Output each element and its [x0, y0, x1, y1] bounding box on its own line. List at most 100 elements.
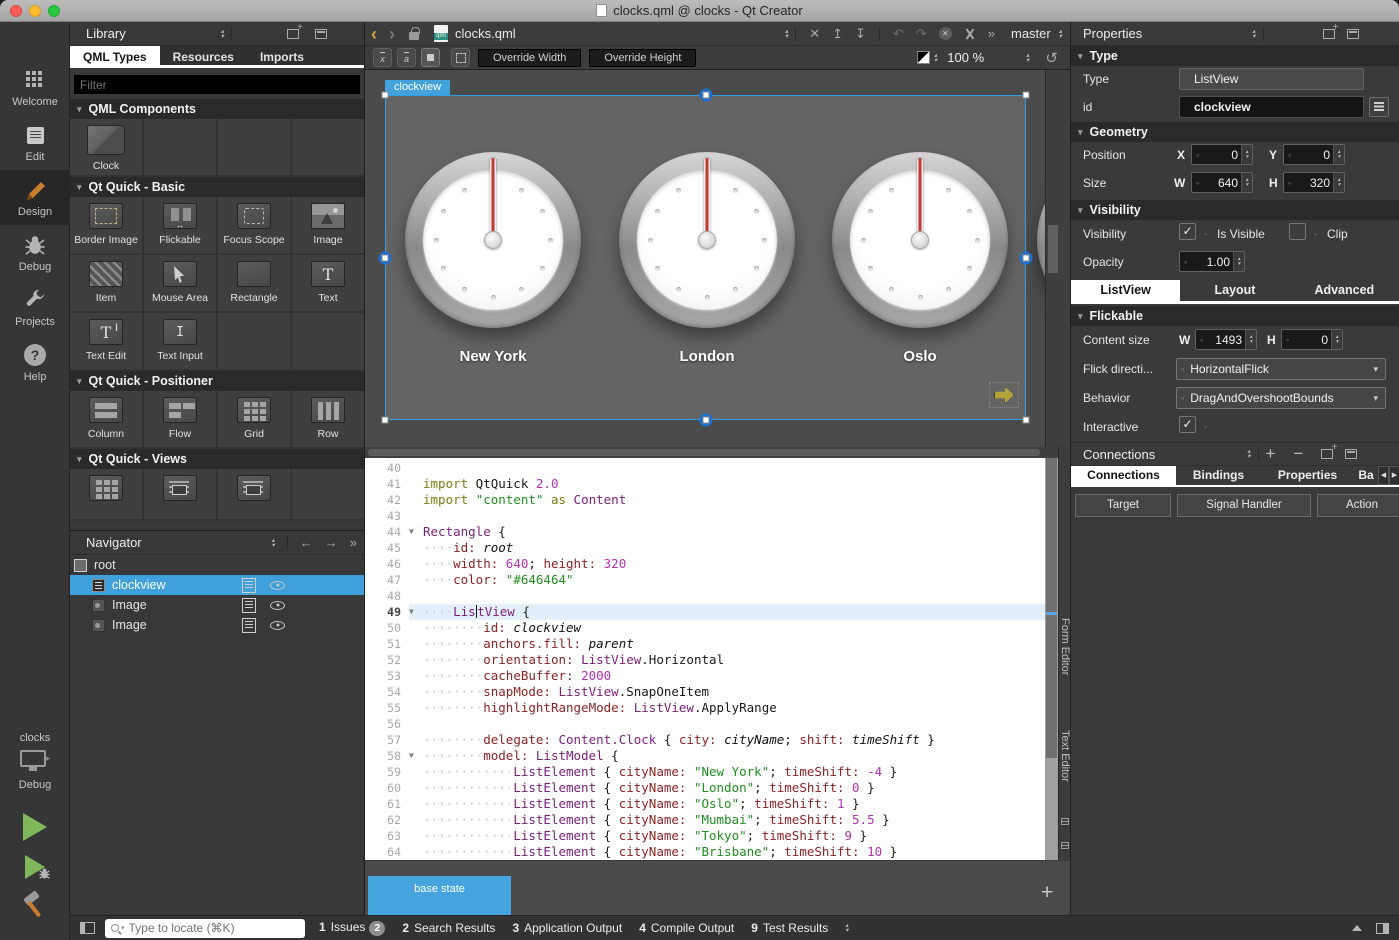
tab-qml-types[interactable]: QML Types [70, 46, 160, 65]
code-line-54[interactable]: 54 ········snapMode: ListView.SnapOneItem [365, 684, 1045, 700]
library-item-path-view-icon[interactable] [218, 469, 290, 519]
output-pane-test-results[interactable]: 9 Test Results [751, 921, 828, 935]
code-line-46[interactable]: 46 ····width: 640; height: 320 [365, 556, 1045, 572]
w-spinbox[interactable]: ◦ 640 ▴ ▾ [1191, 172, 1253, 193]
code-line-48[interactable]: 48 [365, 588, 1045, 604]
mode-item-edit[interactable]: Edit [0, 115, 70, 170]
x-spinbox[interactable]: ◦ 0 ▴ ▾ [1191, 144, 1253, 165]
collapse-pane-icon[interactable] [1345, 449, 1358, 459]
base-state-tab[interactable]: base state [368, 876, 511, 916]
forward-icon[interactable]: › [383, 24, 401, 44]
canvas-color-selector-icon[interactable]: ▴ ▾ [934, 52, 937, 64]
tab-resources[interactable]: Resources [160, 46, 247, 65]
library-item-text-edit[interactable]: Text Edit [70, 313, 142, 369]
library-item-column[interactable]: Column [70, 391, 142, 447]
selection-rect[interactable] [385, 95, 1026, 420]
library-item-image[interactable]: Image [292, 197, 364, 253]
zoom-window-button[interactable] [48, 5, 60, 17]
code-line-63[interactable]: 63 ············ListElement { cityName: "T… [365, 828, 1045, 844]
canvas-vertical-scrollbar[interactable] [1045, 70, 1070, 447]
output-pane-compile-output[interactable]: 4 Compile Output [639, 921, 734, 935]
interactive-checkbox[interactable]: ✓ [1179, 416, 1196, 433]
resize-handle[interactable] [381, 254, 389, 261]
section-header[interactable]: ▾ Qt Quick - Basic [70, 177, 364, 197]
minimize-window-button[interactable] [29, 5, 41, 17]
library-item-grid[interactable]: Grid [218, 391, 290, 447]
code-line-43[interactable]: 43 [365, 508, 1045, 524]
remove-connection-icon[interactable]: − [1293, 444, 1303, 464]
section-header[interactable]: ▾ Qt Quick - Positioner [70, 371, 364, 391]
code-line-61[interactable]: 61 ············ListElement { cityName: "O… [365, 796, 1045, 812]
item-options-button[interactable] [242, 617, 256, 633]
add-pane-icon[interactable] [287, 22, 303, 39]
code-line-53[interactable]: 53 ········cacheBuffer: 2000 [365, 668, 1045, 684]
locator[interactable]: ▾ [105, 918, 305, 938]
visibility-eye-icon[interactable] [270, 620, 285, 630]
back-icon[interactable]: ‹ [365, 24, 383, 44]
tab-advanced[interactable]: Advanced [1290, 280, 1399, 301]
visibility-eye-icon[interactable] [270, 580, 285, 590]
output-pane-selector-icon[interactable]: ▴ ▾ [845, 922, 848, 934]
resize-handle[interactable] [1022, 416, 1030, 424]
git-branch[interactable]: master [1011, 26, 1051, 41]
y-spinbox[interactable]: ◦ 0 ▴ ▾ [1283, 144, 1345, 165]
cut-icon[interactable] [964, 28, 976, 40]
maximize-output-icon[interactable] [1352, 925, 1362, 931]
output-pane-issues[interactable]: 1 Issues 2 [319, 920, 386, 936]
h-spinbox[interactable]: ◦ 320 ▴ ▾ [1283, 172, 1345, 193]
content-w-spinbox[interactable]: ◦ 1493 ▴ ▾ [1195, 329, 1257, 350]
stop-icon[interactable]: ✕ [938, 27, 952, 40]
library-item-mouse-area[interactable]: Mouse Area [144, 255, 216, 311]
library-item-clock[interactable]: Clock [70, 119, 142, 175]
navigator-item-clockview[interactable]: clockview [70, 575, 364, 595]
mode-item-help[interactable]: ? Help [0, 335, 70, 390]
tab-scroll-right-icon[interactable]: ▶ [1389, 466, 1399, 485]
anchor-fill-icon[interactable] [421, 48, 440, 67]
override-height-button[interactable]: Override Height [589, 48, 697, 67]
navigator-item-image[interactable]: Image [70, 615, 364, 635]
output-pane-search-results[interactable]: 2 Search Results [402, 921, 495, 935]
anchor-baseline-icon[interactable]: a [397, 48, 416, 67]
lock-icon[interactable] [409, 26, 420, 40]
collapse-icon[interactable]: ▾ [77, 376, 82, 387]
close-window-button[interactable] [10, 5, 22, 17]
reset-view-icon[interactable]: ↺ [1039, 49, 1070, 67]
section-header[interactable]: ▾ QML Components [70, 99, 364, 119]
canvas-color-icon[interactable] [917, 51, 931, 64]
library-item-flickable[interactable]: Flickable [144, 197, 216, 253]
behavior-combo[interactable]: ◦ DragAndOvershootBounds ▾ [1176, 387, 1386, 409]
fold-marker-icon[interactable]: ▼ [409, 524, 423, 540]
move-down-icon[interactable]: » [350, 535, 357, 550]
panel-selector-icon[interactable]: ▴ ▾ [1247, 448, 1250, 460]
selection-mode-icon[interactable] [451, 48, 470, 67]
kit-selector[interactable]: clocks ▸ Debug [0, 732, 70, 924]
code-line-57[interactable]: 57 ········delegate: Content.Clock { city… [365, 732, 1045, 748]
library-item-list-view-icon[interactable] [144, 469, 216, 519]
tab-ba[interactable]: Ba [1354, 466, 1378, 485]
add-connection-icon[interactable]: + [1266, 444, 1276, 464]
library-item-border-image[interactable]: Border Image [70, 197, 142, 253]
build-button[interactable] [0, 891, 70, 924]
code-line-51[interactable]: 51 ········anchors.fill: parent [365, 636, 1045, 652]
code-line-45[interactable]: 45 ····id: root [365, 540, 1045, 556]
code-line-49[interactable]: 49 ▼ ····Lis tView { [365, 604, 1045, 620]
code-line-44[interactable]: 44 ▼ Rectangle { [365, 524, 1045, 540]
column-header-action[interactable]: Action [1317, 494, 1399, 517]
library-item-flow[interactable]: Flow [144, 391, 216, 447]
code-line-47[interactable]: 47 ····color: "#646464" [365, 572, 1045, 588]
output-pane-application-output[interactable]: 3 Application Output [512, 921, 622, 935]
panel-selector-icon[interactable]: ▴ ▾ [272, 537, 275, 549]
code-line-41[interactable]: 41 import QtQuick 2.0 [365, 476, 1045, 492]
redo-icon[interactable]: ↷ [910, 26, 933, 42]
collapse-icon[interactable]: ▾ [1078, 205, 1083, 216]
resize-handle[interactable] [381, 91, 389, 99]
no-anchors-icon[interactable]: x [373, 48, 392, 67]
navigator-item-root[interactable]: root [70, 555, 364, 575]
split-up-icon[interactable]: ↥ [826, 26, 849, 42]
tab-connections[interactable]: Connections [1071, 466, 1176, 485]
item-options-button[interactable] [242, 597, 256, 613]
code-line-52[interactable]: 52 ········orientation: ListView.Horizont… [365, 652, 1045, 668]
add-state-button[interactable]: + [1041, 881, 1053, 905]
flick-direction-combo[interactable]: ◦ HorizontalFlick ▾ [1176, 358, 1386, 380]
code-line-50[interactable]: 50 ········id: clockview [365, 620, 1045, 636]
